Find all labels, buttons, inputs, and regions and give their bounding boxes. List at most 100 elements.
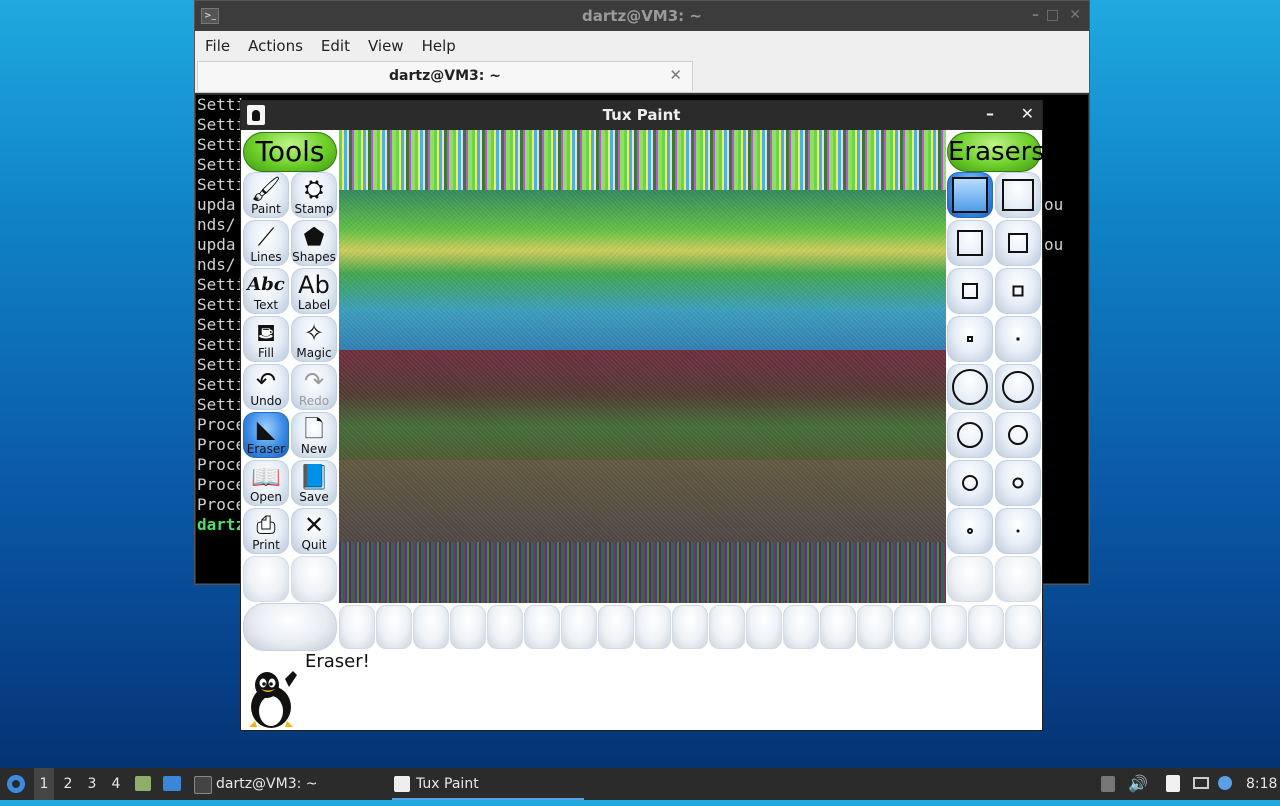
color-swatch[interactable] (413, 605, 449, 649)
menu-help[interactable]: Help (416, 37, 468, 55)
tool-paint-button[interactable]: 🖌 Paint (243, 172, 289, 218)
color-swatch[interactable] (635, 605, 671, 649)
tool-label-button[interactable]: Ab Label (291, 268, 337, 314)
tool-stamp-button[interactable]: ⛭ Stamp (291, 172, 337, 218)
color-swatch[interactable] (820, 605, 856, 649)
tool-open-button[interactable]: 📖 Open (243, 460, 289, 506)
workspace-1[interactable]: 1 (34, 768, 54, 800)
tool-undo-button[interactable]: ↶ Undo (243, 364, 289, 410)
file-manager-icon[interactable] (134, 768, 152, 800)
taskbar: 1 2 3 4 dartz@VM3: ~ Tux Paint 🔊 8:18 (0, 768, 1280, 800)
eraser-square-6-button[interactable] (947, 316, 993, 362)
eraser-square-icon (962, 283, 978, 299)
color-swatch[interactable] (894, 605, 930, 649)
color-swatch[interactable] (672, 605, 708, 649)
tool-shapes-button[interactable]: ⬟ Shapes (291, 220, 337, 266)
tool-quit-button[interactable]: ✕ Quit (291, 508, 337, 554)
notes-icon[interactable] (1164, 768, 1182, 800)
eraser-square-26-button[interactable] (947, 220, 993, 266)
color-swatch[interactable] (561, 605, 597, 649)
menu-view[interactable]: View (362, 37, 416, 55)
workspace-4[interactable]: 4 (106, 768, 126, 800)
eraser-square-36-button[interactable] (947, 172, 993, 218)
workspace-2[interactable]: 2 (58, 768, 78, 800)
eraser-circle-6-button[interactable] (947, 508, 993, 554)
color-swatch[interactable] (857, 605, 893, 649)
color-swatch[interactable] (783, 605, 819, 649)
menu-edit[interactable]: Edit (315, 37, 362, 55)
eraser-square-icon (1012, 285, 1024, 297)
color-swatch[interactable] (746, 605, 782, 649)
eraser-square-2-button[interactable] (995, 316, 1041, 362)
eraser-square-11-button[interactable] (995, 268, 1041, 314)
eraser-circle-11-button[interactable] (995, 460, 1041, 506)
close-icon[interactable]: ✕ (1021, 104, 1034, 123)
tool-redo-button[interactable]: ↷ Redo (291, 364, 337, 410)
eraser-square-icon (957, 230, 983, 256)
tab-close-icon[interactable]: ✕ (669, 66, 682, 84)
tool-new-button[interactable]: 🗋 New (291, 412, 337, 458)
menu-file[interactable]: File (199, 37, 242, 55)
eraser-circle-36-button[interactable] (947, 364, 993, 410)
tool-save-button[interactable]: 📘 Save (291, 460, 337, 506)
tool-magic-button[interactable]: ✧ Magic (291, 316, 337, 362)
drawing-canvas[interactable] (339, 130, 946, 603)
taskbar-task-terminal[interactable]: dartz@VM3: ~ (192, 768, 406, 800)
tool-label: Paint (251, 202, 281, 216)
clipboard-icon[interactable] (1100, 768, 1116, 800)
color-swatch[interactable] (598, 605, 634, 649)
volume-icon[interactable]: 🔊 (1128, 768, 1148, 800)
save-book-icon: 📘 (299, 463, 329, 491)
color-swatch[interactable] (1005, 605, 1041, 649)
close-icon[interactable]: ✕ (1069, 7, 1081, 23)
clock[interactable]: 8:18 (1246, 768, 1277, 800)
tuxpaint-window[interactable]: Tux Paint – ✕ Tools Erasers 🖌 Paint ⛭ Stamp… (240, 100, 1045, 731)
tool-eraser-button[interactable]: ◣ Eraser (243, 412, 289, 458)
terminal-titlebar[interactable]: >_ dartz@VM3: ~ – □ ✕ (195, 1, 1089, 31)
network-icon[interactable] (1192, 768, 1210, 800)
color-swatch[interactable] (450, 605, 486, 649)
workspace-3[interactable]: 3 (82, 768, 102, 800)
minimize-icon[interactable]: – (986, 104, 994, 123)
show-desktop-icon[interactable] (162, 768, 182, 800)
color-swatch[interactable] (931, 605, 967, 649)
tuxpaint-titlebar[interactable]: Tux Paint – ✕ (241, 101, 1042, 130)
tool-lines-button[interactable]: ⟋ Lines (243, 220, 289, 266)
notification-icon[interactable] (1216, 768, 1234, 800)
terminal-line: Setti (197, 315, 246, 334)
eraser-circle-16-button[interactable] (947, 460, 993, 506)
terminal-line: Setti (197, 95, 246, 114)
tool-print-button[interactable]: ⎙ Print (243, 508, 289, 554)
eraser-square-32-button[interactable] (995, 172, 1041, 218)
terminal-tab[interactable]: dartz@VM3: ~ ✕ (197, 61, 693, 91)
eraser-square-icon (1002, 179, 1034, 211)
maximize-icon[interactable]: □ (1046, 7, 1059, 23)
terminal-line: Proce (197, 495, 246, 514)
lines-icon: ⟋ (257, 223, 275, 251)
erasers-header: Erasers (947, 132, 1045, 172)
taskbar-task-tuxpaint[interactable]: Tux Paint (392, 768, 584, 800)
eraser-square-20-button[interactable] (995, 220, 1041, 266)
tux-penguin-icon (249, 671, 297, 728)
terminal-line: Setti (197, 115, 246, 134)
menu-actions[interactable]: Actions (242, 37, 315, 55)
tool-fill-button[interactable]: ⛾ Fill (243, 316, 289, 362)
color-swatch[interactable] (524, 605, 560, 649)
eraser-square-16-button[interactable] (947, 268, 993, 314)
color-swatch[interactable] (709, 605, 745, 649)
eraser-circle-2-button[interactable] (995, 508, 1041, 554)
tool-text-button[interactable]: Abc Text (243, 268, 289, 314)
terminal-tabbar: dartz@VM3: ~ ✕ (195, 61, 1089, 93)
start-menu-icon[interactable] (6, 768, 26, 800)
color-swatch[interactable] (339, 605, 375, 649)
minimize-icon[interactable]: – (1032, 7, 1039, 23)
color-swatch[interactable] (968, 605, 1004, 649)
color-swatch[interactable] (376, 605, 412, 649)
color-swatch[interactable] (487, 605, 523, 649)
eraser-circle-26-button[interactable] (947, 412, 993, 458)
undo-icon: ↶ (255, 367, 277, 395)
eraser-circle-32-button[interactable] (995, 364, 1041, 410)
empty-eraser-slot (947, 556, 993, 602)
terminal-line: Setti (197, 295, 246, 314)
eraser-circle-20-button[interactable] (995, 412, 1041, 458)
